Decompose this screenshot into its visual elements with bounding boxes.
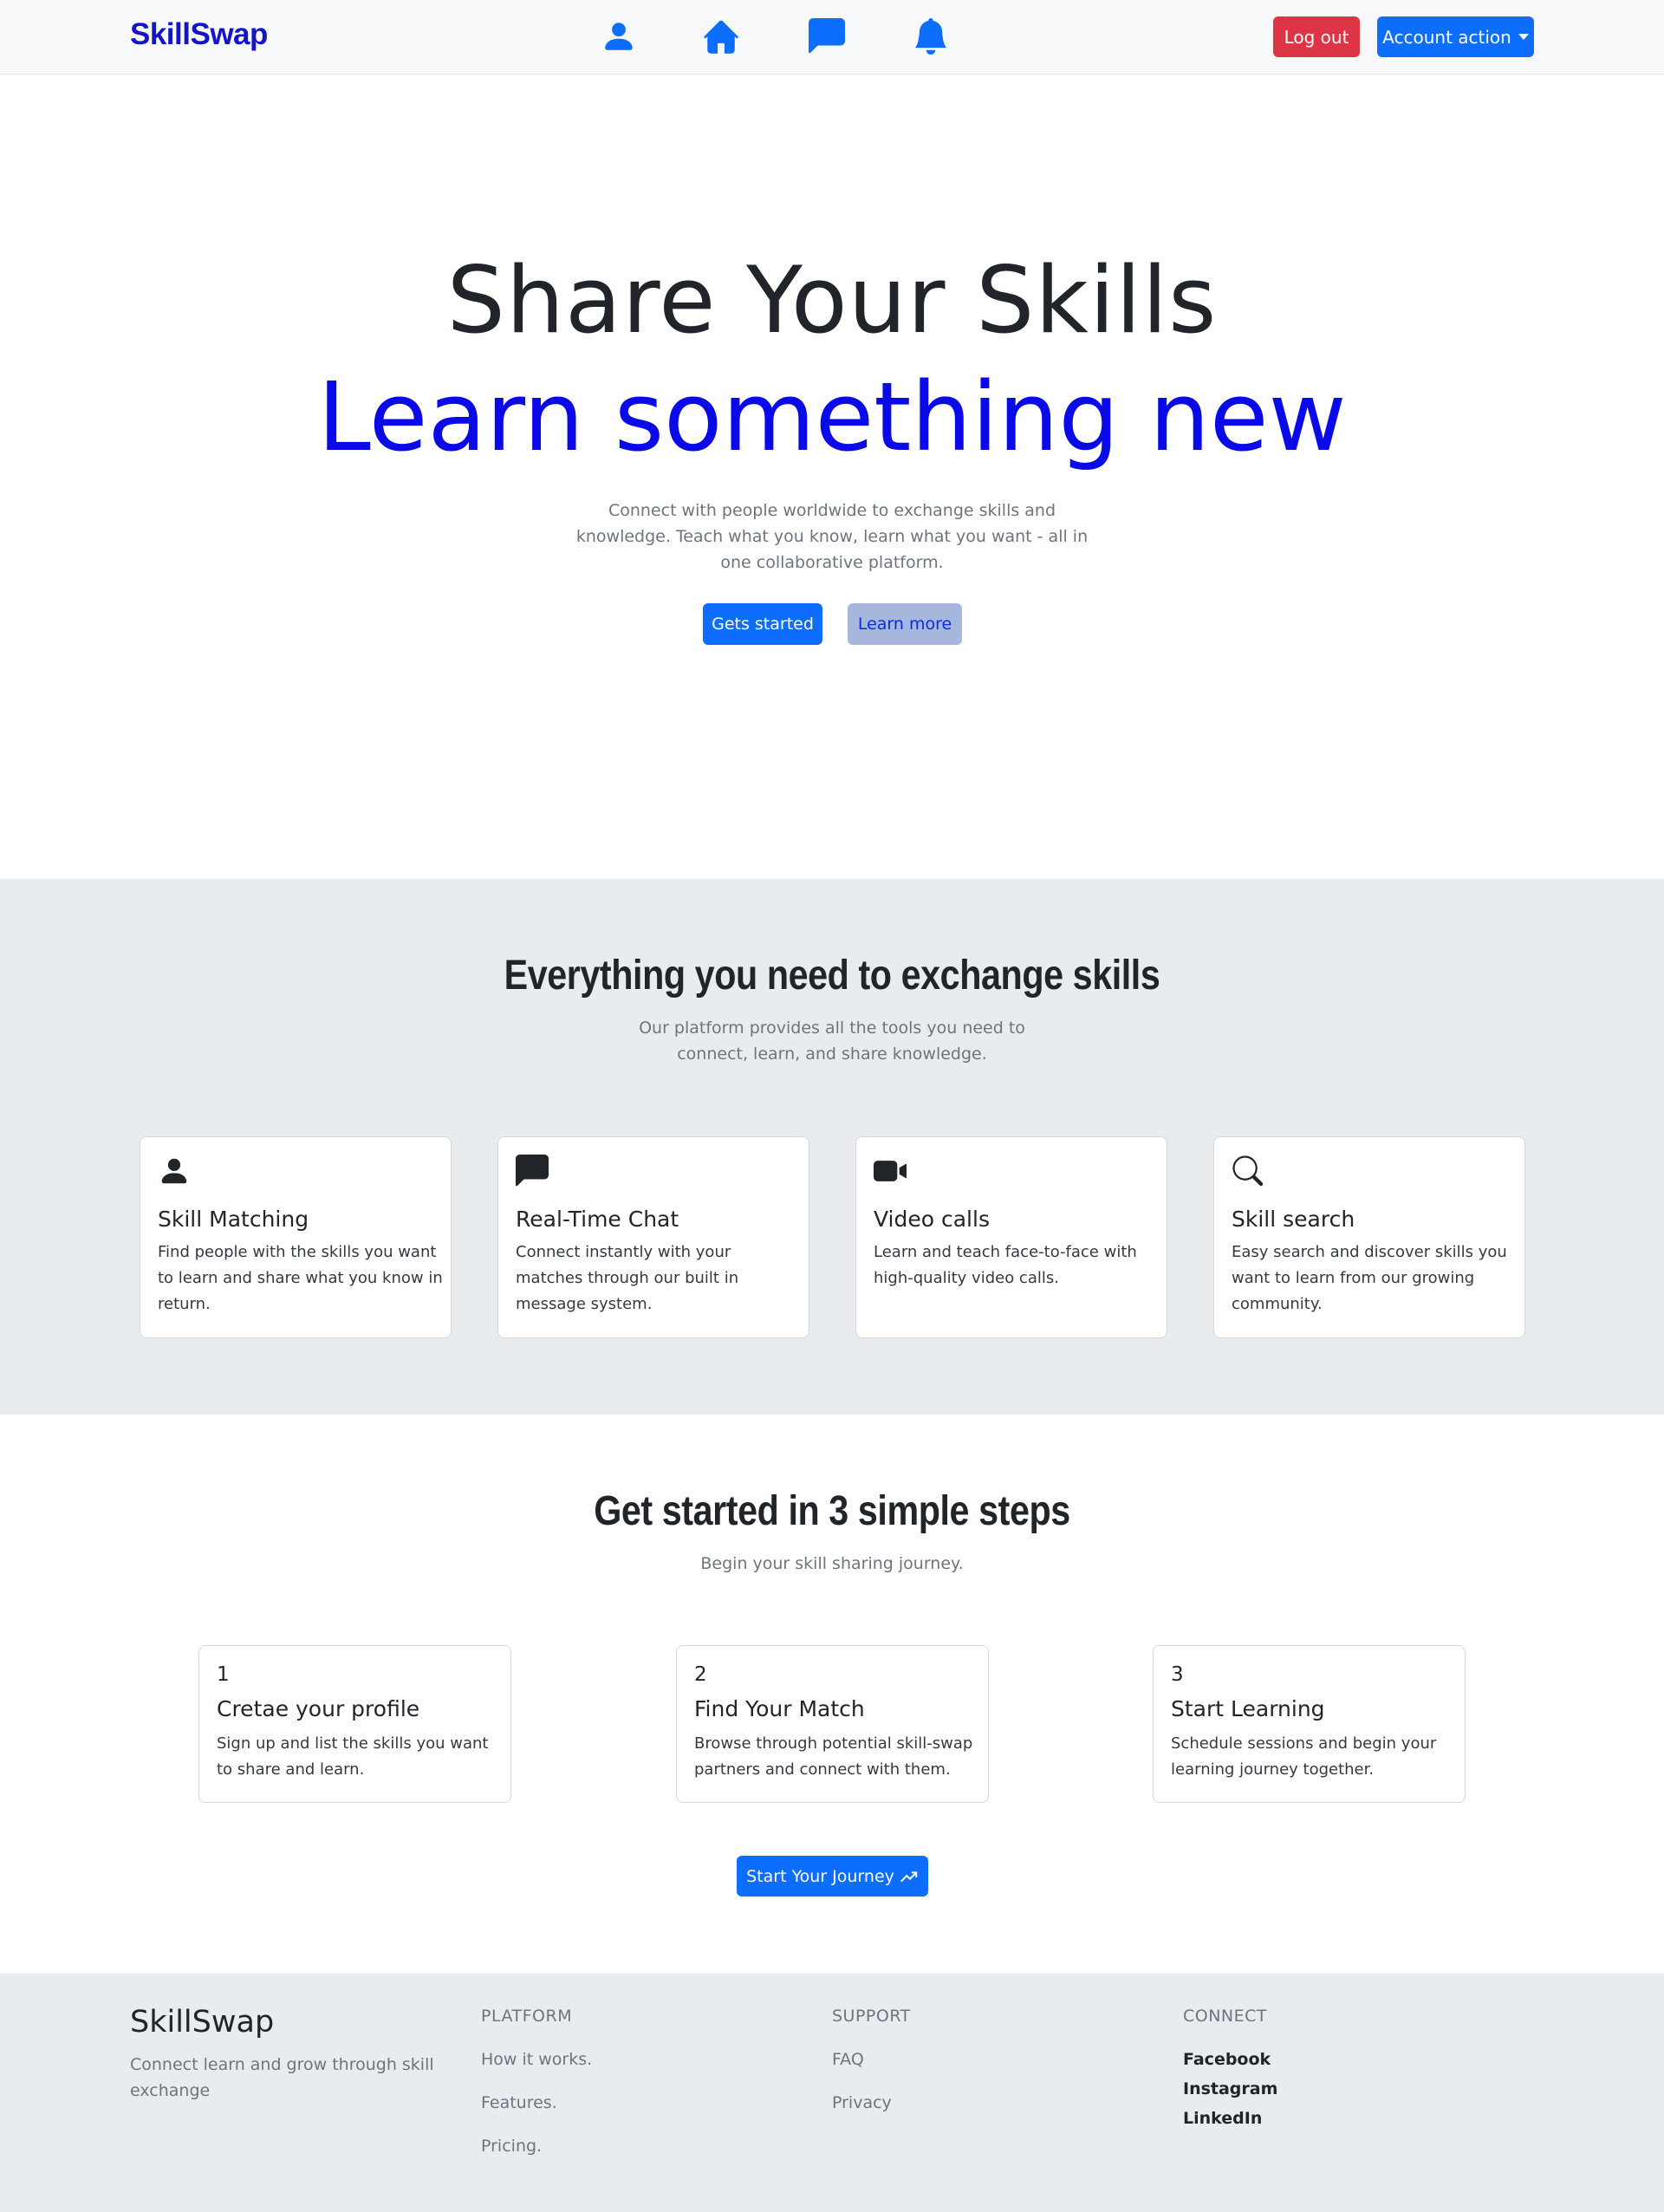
footer: SkillSwap Connect learn and grow through… [0,1974,1664,2212]
logout-button[interactable]: Log out [1273,16,1360,57]
hero-description: Connect with people worldwide to exchang… [575,501,1089,572]
chat-icon[interactable] [806,16,848,57]
hero-section: Share Your Skills Learn something new Co… [0,75,1664,879]
footer-tagline: Connect learn and grow through skill exc… [130,2055,434,2100]
footer-link-privacy[interactable]: Privacy [832,2093,892,2112]
footer-connect-column: CONNECT Facebook Instagram LinkedIn [1183,2007,1443,2128]
footer-support-heading: SUPPORT [832,2007,911,2026]
card-title: Skill search [1232,1207,1355,1232]
card-title: Real-Time Chat [516,1207,679,1232]
footer-brand[interactable]: SkillSwap [130,2005,274,2040]
card-title: Cretae your profile [217,1696,420,1721]
steps-section: Get started in 3 simple steps Begin your… [0,1415,1664,1974]
footer-link-facebook[interactable]: Facebook [1183,2050,1271,2069]
card-title: Find Your Match [694,1696,865,1721]
footer-connect-heading: CONNECT [1183,2007,1268,2026]
trending-up-icon [900,1870,918,1882]
learn-more-button[interactable]: Learn more [848,603,962,645]
footer-link-how-it-works[interactable]: How it works. [481,2050,592,2069]
features-section: Everything you need to exchange skills O… [0,879,1664,1415]
card-text: Browse through potential skill-swap part… [694,1734,973,1779]
card-title: Skill Matching [158,1207,309,1232]
hero-title: Share Your Skills [446,247,1218,354]
card-title: Start Learning [1171,1696,1325,1721]
video-camera-icon [874,1155,908,1189]
get-started-button[interactable]: Gets started [703,603,822,645]
steps-title: Get started in 3 simple steps [594,1488,1070,1534]
steps-subtitle: Begin your skill sharing journey. [700,1554,964,1573]
brand-logo[interactable]: SkillSwap [130,17,268,52]
card-text: Schedule sessions and begin your learnin… [1171,1734,1437,1779]
footer-link-instagram[interactable]: Instagram [1183,2079,1277,2098]
account-action-label: Account action [1382,26,1511,48]
feature-card-skill-matching: Skill Matching Find people with the skil… [140,1136,452,1338]
feature-card-real-time-chat: Real-Time Chat Connect instantly with yo… [497,1136,809,1338]
footer-platform-column: PLATFORM How it works. Features. Pricing… [481,2007,741,2156]
step-number: 2 [694,1663,707,1686]
start-journey-label: Start Your Journey [746,1866,894,1886]
footer-link-features[interactable]: Features. [481,2093,557,2112]
step-card-1: 1 Cretae your profile Sign up and list t… [198,1645,511,1803]
card-text: Find people with the skills you want to … [158,1243,443,1313]
step-card-2: 2 Find Your Match Browse through potenti… [676,1645,989,1803]
footer-link-pricing[interactable]: Pricing. [481,2137,542,2156]
footer-link-linkedin[interactable]: LinkedIn [1183,2109,1262,2128]
features-subtitle: Our platform provides all the tools you … [639,1018,1025,1064]
navbar: SkillSwap Log out Account action [0,0,1664,75]
person-icon[interactable] [598,16,640,57]
card-text: Connect instantly with your matches thro… [516,1243,739,1313]
footer-link-faq[interactable]: FAQ [832,2050,864,2069]
bell-icon[interactable] [910,16,952,57]
card-text: Learn and teach face-to-face with high-q… [874,1243,1137,1287]
features-title: Everything you need to exchange skills [504,953,1160,999]
home-icon[interactable] [700,16,742,57]
hero-subtitle: Learn something new [317,361,1347,472]
card-text: Easy search and discover skills you want… [1232,1243,1507,1313]
person-icon [158,1155,192,1189]
step-card-3: 3 Start Learning Schedule sessions and b… [1153,1645,1466,1803]
start-journey-button[interactable]: Start Your Journey [737,1856,928,1896]
step-number: 3 [1171,1663,1184,1686]
card-text: Sign up and list the skills you want to … [217,1734,489,1779]
account-action-dropdown[interactable]: Account action [1377,16,1534,57]
feature-card-skill-search: Skill search Easy search and discover sk… [1213,1136,1525,1338]
caret-down-icon [1518,34,1529,40]
step-number: 1 [217,1663,230,1686]
footer-support-column: SUPPORT FAQ Privacy [832,2007,1092,2112]
search-icon [1232,1155,1266,1189]
feature-card-video-calls: Video calls Learn and teach face-to-face… [855,1136,1167,1338]
card-title: Video calls [874,1207,990,1232]
footer-platform-heading: PLATFORM [481,2007,573,2026]
chat-icon [516,1155,550,1189]
